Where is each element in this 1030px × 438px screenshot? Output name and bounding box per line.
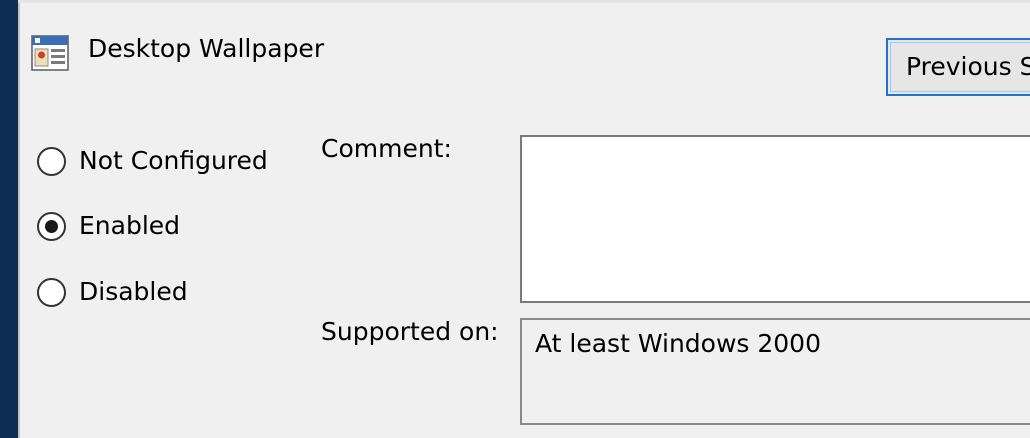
comment-label: Comment: <box>321 134 452 163</box>
radio-circle-not-configured[interactable] <box>37 146 66 176</box>
radio-circle-disabled[interactable] <box>37 277 66 307</box>
radio-label-disabled: Disabled <box>79 277 188 306</box>
policy-title: Desktop Wallpaper <box>88 34 325 63</box>
radio-disabled[interactable]: Disabled <box>37 275 188 309</box>
supported-on-field: At least Windows 2000 <box>520 318 1030 425</box>
radio-not-configured[interactable]: Not Configured <box>37 144 268 178</box>
comment-input[interactable] <box>520 135 1030 303</box>
policy-setting-icon <box>31 35 69 71</box>
supported-on-value: At least Windows 2000 <box>535 329 821 358</box>
supported-on-label: Supported on: <box>321 317 499 346</box>
radio-label-not-configured: Not Configured <box>79 146 268 175</box>
radio-circle-enabled[interactable] <box>37 211 66 241</box>
radio-enabled[interactable]: Enabled <box>37 209 180 243</box>
previous-setting-label: Previous S <box>906 52 1030 81</box>
policy-setting-dialog: Desktop Wallpaper Previous S Not Configu… <box>0 0 1030 438</box>
previous-setting-button[interactable]: Previous S <box>886 38 1030 96</box>
window-edge-divider <box>18 0 20 438</box>
window-top-edge <box>18 0 1030 3</box>
window-edge <box>0 0 18 438</box>
radio-label-enabled: Enabled <box>79 211 181 240</box>
